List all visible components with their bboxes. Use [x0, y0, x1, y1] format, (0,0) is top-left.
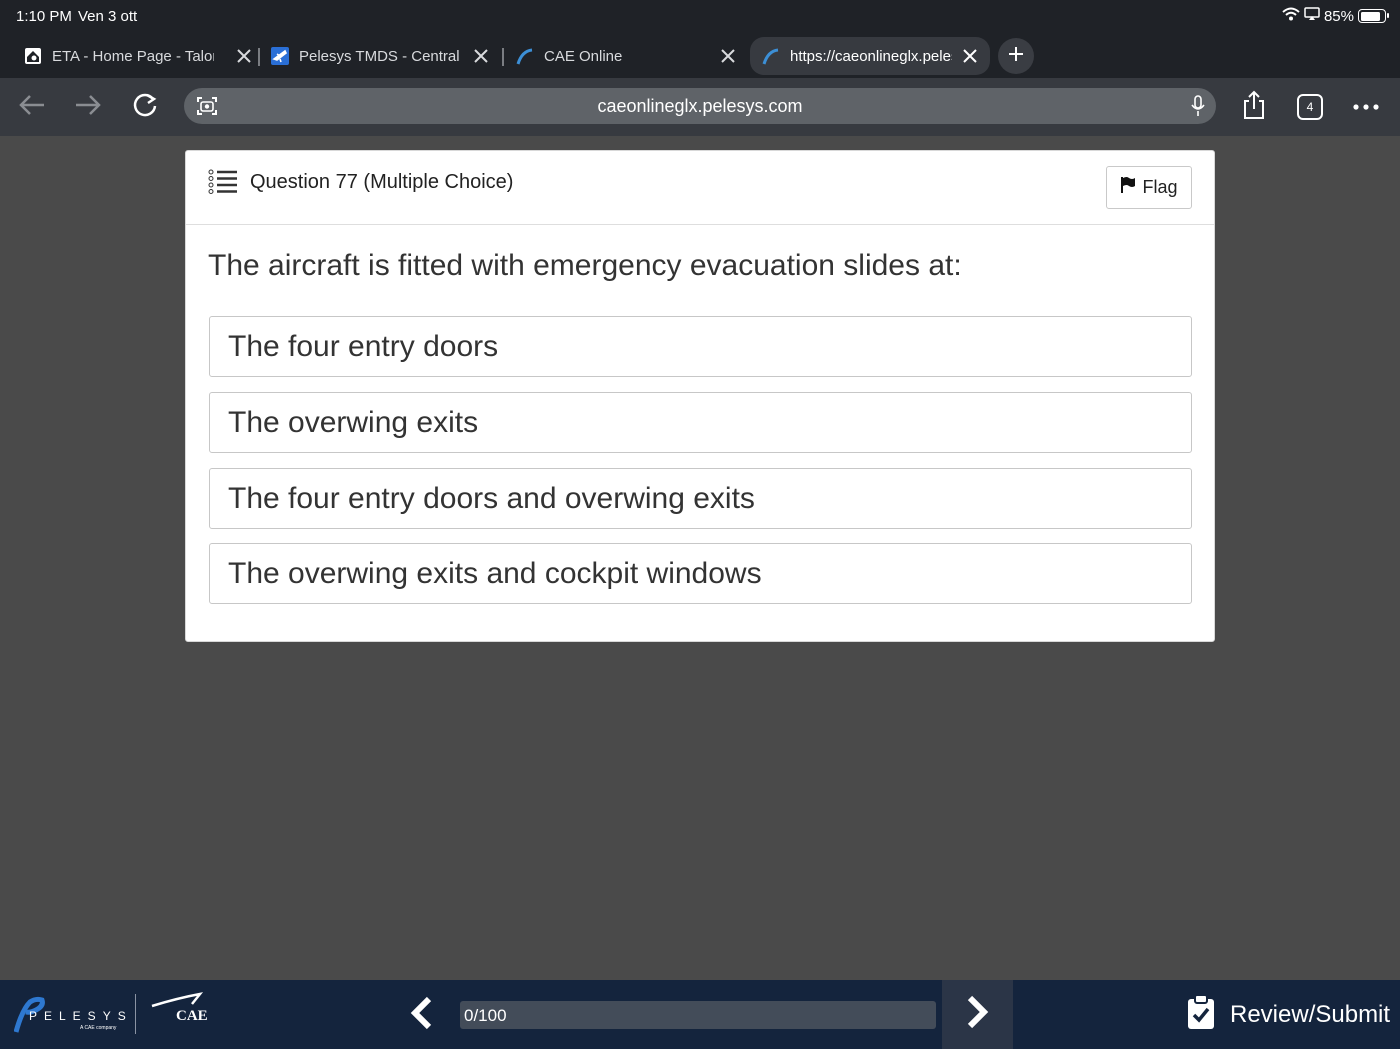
home-icon: [24, 47, 42, 65]
tab-title: CAE Online: [544, 47, 623, 65]
answer-option-label: The four entry doors: [228, 329, 499, 363]
cae-logo: CAE: [148, 992, 212, 1032]
clipboard-check-icon: [1186, 993, 1216, 1037]
question-text: The aircraft is fitted with emergency ev…: [208, 249, 962, 282]
progress-bar: 0/100: [460, 1001, 936, 1029]
flag-button[interactable]: Flag: [1106, 166, 1192, 209]
answer-option-2[interactable]: The overwing exits: [209, 392, 1192, 453]
review-submit-button[interactable]: Review/Submit: [1186, 993, 1391, 1037]
tab-count: 4: [1306, 100, 1314, 114]
share-button[interactable]: [1238, 90, 1270, 125]
tab-title: Pelesys TMDS - Central: [299, 47, 459, 65]
battery-icon: [1358, 9, 1389, 23]
next-question-button[interactable]: [942, 980, 1013, 1049]
exam-footer: PELESYS A CAE company CAE 0/100 Review/S…: [0, 980, 1400, 1049]
status-time: 1:10 PM: [16, 8, 72, 25]
tab-title: https://caeonlineglx.pelesys.com: [790, 47, 952, 65]
chevron-left-icon: [409, 996, 433, 1035]
reload-button[interactable]: [129, 91, 161, 123]
question-card: Question 77 (Multiple Choice) Flag The a…: [185, 150, 1215, 642]
more-menu-button[interactable]: [1350, 91, 1382, 123]
tab-separator: [502, 48, 504, 66]
battery-percent: 85%: [1323, 7, 1354, 25]
forward-button[interactable]: [72, 91, 104, 123]
pelesys-icon: [762, 47, 780, 65]
plus-icon: [1007, 45, 1025, 68]
arrow-right-icon: [74, 93, 102, 122]
close-icon[interactable]: [960, 46, 980, 66]
wifi-icon: [1282, 7, 1300, 25]
review-submit-label: Review/Submit: [1230, 1001, 1391, 1028]
status-bar: 1:10 PM Ven 3 ott 85%: [0, 0, 1400, 34]
pelesys-icon: [516, 47, 534, 65]
flag-icon: [1120, 176, 1136, 199]
pelesys-subtitle: A CAE company: [80, 1025, 117, 1031]
new-tab-button[interactable]: [998, 38, 1034, 74]
microphone-icon[interactable]: [1190, 95, 1206, 122]
tab-active-caeonlineglx[interactable]: https://caeonlineglx.pelesys.com: [750, 37, 990, 75]
tab-eta-home[interactable]: ETA - Home Page - Talon: [24, 37, 256, 75]
reload-icon: [131, 91, 159, 124]
tab-cae-online[interactable]: CAE Online: [516, 37, 738, 75]
tab-bar: ETA - Home Page - Talon Pelesys TMDS - C…: [0, 34, 1400, 78]
airplane-icon: [271, 47, 289, 65]
answer-option-label: The four entry doors and overwing exits: [228, 481, 755, 515]
answer-option-label: The overwing exits and cockpit windows: [228, 556, 762, 590]
back-button[interactable]: [16, 91, 48, 123]
question-list-icon[interactable]: [208, 169, 238, 200]
answer-option-1[interactable]: The four entry doors: [209, 316, 1192, 377]
flag-label: Flag: [1142, 177, 1178, 197]
more-dots-icon: [1353, 98, 1379, 116]
status-date: Ven 3 ott: [78, 8, 138, 25]
cae-wordmark: CAE: [176, 1008, 208, 1024]
status-right: 85%: [1282, 7, 1389, 25]
browser-toolbar: caeonlineglx.pelesys.com 4: [0, 78, 1400, 136]
address-bar[interactable]: caeonlineglx.pelesys.com: [184, 88, 1216, 124]
pelesys-logo: PELESYS A CAE company: [14, 996, 126, 1036]
url-text: caeonlineglx.pelesys.com: [597, 96, 803, 116]
close-icon[interactable]: [471, 46, 491, 66]
tab-separator: [258, 48, 260, 66]
progress-text: 0/100: [464, 1006, 507, 1025]
tabs-icon: 4: [1297, 94, 1323, 120]
question-number-title: Question 77 (Multiple Choice): [250, 171, 514, 193]
answer-option-3[interactable]: The four entry doors and overwing exits: [209, 468, 1192, 529]
chevron-right-icon: [966, 995, 990, 1034]
logo-divider: [135, 994, 136, 1034]
screen-mirror-icon: [1304, 7, 1320, 25]
tab-count-button[interactable]: 4: [1294, 91, 1326, 123]
answer-option-4[interactable]: The overwing exits and cockpit windows: [209, 543, 1192, 604]
close-icon[interactable]: [718, 46, 738, 66]
tab-pelesys-tmds[interactable]: Pelesys TMDS - Central: [271, 37, 491, 75]
close-icon[interactable]: [234, 46, 254, 66]
arrow-left-icon: [18, 93, 46, 122]
question-header: Question 77 (Multiple Choice) Flag: [186, 151, 1214, 225]
answer-option-label: The overwing exits: [228, 405, 479, 439]
pelesys-wordmark: PELESYS: [29, 1009, 133, 1023]
previous-question-button[interactable]: [400, 994, 442, 1036]
tab-title: ETA - Home Page - Talon: [52, 47, 214, 65]
share-icon: [1241, 90, 1267, 125]
